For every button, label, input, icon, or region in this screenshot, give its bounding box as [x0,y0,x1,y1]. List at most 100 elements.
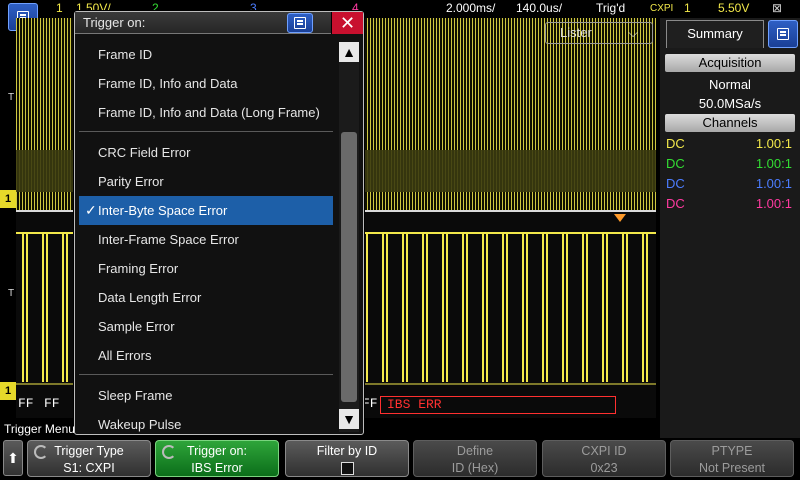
trigger-option-item[interactable]: Frame ID [79,40,333,69]
filter-by-id-checkbox[interactable] [340,462,354,475]
trigger-option-item[interactable]: Wakeup Pulse [79,410,333,439]
filter-by-id-softkey[interactable]: Filter by ID [285,440,409,477]
channels-header: Channels [665,114,795,132]
trigger-channel: 1 [684,1,691,15]
trigger-option-item[interactable]: Data Length Error [79,283,333,312]
channel-probe-ratio: 1.00:1 [755,196,792,211]
close-icon[interactable]: ⊠ [772,1,782,15]
waveform-pulse [542,232,548,382]
ptype-label: PTYPE [711,444,753,458]
channel-row: DC 1.00:1 [666,196,794,216]
define-softkey[interactable]: Define ID (Hex) [413,440,537,477]
trigger-level-marker-upper: T [8,92,15,103]
channel-probe-ratio: 1.00:1 [755,156,792,171]
trigger-option-label: Inter-Frame Space Error [98,232,239,247]
ch1-ground-marker-upper[interactable]: 1 [0,190,16,208]
chevron-down-icon: ⌵ [628,25,638,40]
trigger-option-label: Sample Error [98,319,175,334]
trigger-option-item[interactable]: Frame ID, Info and Data (Long Frame) [79,98,333,127]
decode-byte: FF [44,396,60,411]
trigger-type-value: S1: CXPI [63,461,115,475]
menu-separator [79,374,333,375]
cxpi-id-softkey[interactable]: CXPI ID 0x23 [542,440,666,477]
trigger-option-label: Framing Error [98,261,179,276]
trigger-option-label: All Errors [98,348,152,363]
waveform-pulse [22,232,28,382]
waveform-pulse [602,232,608,382]
trigger-option-label: Frame ID [98,47,153,62]
ibs-error-decode: IBS ERR [380,396,616,414]
channel-row: DC 1.00:1 [666,176,794,196]
delay: 140.0us/ [516,1,563,15]
trigger-option-item[interactable]: CRC Field Error [79,138,333,167]
filter-by-id-label: Filter by ID [316,444,378,458]
cxpi-id-value: 0x23 [590,461,618,475]
decode-byte: FF [362,396,378,411]
trigger-option-label: CRC Field Error [98,145,191,160]
scroll-up-icon[interactable]: ▲ [339,42,359,62]
dialog-menu-button[interactable] [287,13,313,33]
trigger-on-dialog: Trigger on: ✕ ▲ ▼ Frame ID Frame ID, Info… [74,11,364,435]
trigger-position-marker [614,214,626,222]
trigger-state: Trig'd [596,1,626,15]
channel-coupling: DC [666,136,685,151]
trigger-option-item[interactable]: Inter-Frame Space Error [79,225,333,254]
checkmark-icon: ✓ [85,202,97,218]
lister-tab[interactable]: Lister ⌵ [545,22,653,44]
trigger-option-item[interactable]: Sample Error [79,312,333,341]
acquisition-header: Acquisition [665,54,795,72]
waveform-pulse [442,232,448,382]
trigger-level: 5.50V [718,1,750,15]
acquisition-mode: Normal [709,77,751,92]
dialog-close-button[interactable]: ✕ [331,12,363,34]
define-value: ID (Hex) [451,461,499,475]
trigger-option-label: Wakeup Pulse [98,417,182,432]
timebase: 2.000ms/ [446,1,496,15]
dialog-title: Trigger on: [75,12,363,34]
trigger-level-marker-lower: T [8,288,15,299]
summary-menu-button[interactable] [768,20,798,48]
trigger-option-label: Frame ID, Info and Data (Long Frame) [98,105,320,120]
channel-row: DC 1.00:1 [666,136,794,156]
waveform-pulse [422,232,428,382]
rotate-knob-icon [34,445,48,459]
waveform-pulse [582,232,588,382]
rotate-knob-icon [162,445,176,459]
softkey-menu-title: Trigger Menu [4,422,75,436]
trigger-option-label: Data Length Error [98,290,202,305]
trigger-on-value: IBS Error [191,461,243,475]
trigger-option-item[interactable]: Frame ID, Info and Data [79,69,333,98]
waveform-pulse [482,232,488,382]
ch1-number: 1 [56,1,63,15]
channel-probe-ratio: 1.00:1 [755,176,792,191]
waveform-pulse [462,232,468,382]
cxpi-id-label: CXPI ID [581,444,627,458]
menu-icon [294,17,306,29]
waveform-pulse [502,232,508,382]
trigger-type-softkey[interactable]: Trigger Type S1: CXPI [27,440,151,477]
sample-rate: 50.0MSa/s [698,96,762,111]
waveform-pulse [522,232,528,382]
ptype-softkey[interactable]: PTYPE Not Present [670,440,794,477]
trigger-option-item[interactable]: All Errors [79,341,333,370]
trigger-option-item[interactable]: Sleep Frame [79,381,333,410]
channel-coupling: DC [666,156,685,171]
back-button[interactable]: ⬆ [3,440,23,476]
waveform-pulse [642,232,648,382]
define-label: Define [456,444,494,458]
channel-coupling: DC [666,176,685,191]
trigger-option-label: Parity Error [98,174,164,189]
trigger-option-item[interactable]: ✓ Inter-Byte Space Error [79,196,333,225]
ch1-ground-marker-lower[interactable]: 1 [0,382,16,400]
channel-probe-ratio: 1.00:1 [755,136,792,151]
scrollbar-thumb[interactable] [341,132,357,402]
summary-tab[interactable]: Summary [666,20,764,48]
trigger-on-softkey[interactable]: Trigger on: IBS Error [155,440,279,477]
trigger-source: CXPI [650,3,674,14]
waveform-pulse [62,232,68,382]
scroll-down-icon[interactable]: ▼ [339,409,359,429]
lister-label: Lister [560,25,592,40]
waveform-pulse [402,232,408,382]
trigger-option-item[interactable]: Framing Error [79,254,333,283]
trigger-option-item[interactable]: Parity Error [79,167,333,196]
